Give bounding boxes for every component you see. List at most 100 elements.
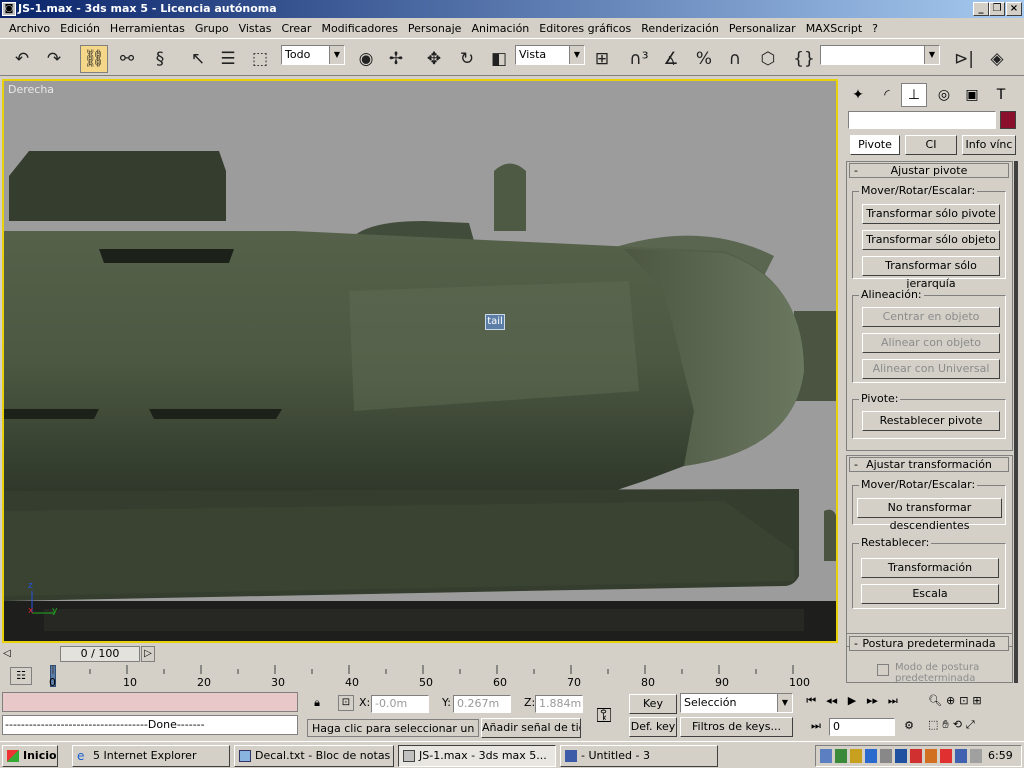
pan-icon[interactable]: ✋︎: [942, 718, 948, 732]
lock-icon[interactable]: 🔒︎: [310, 696, 324, 710]
postura-checkbox[interactable]: [877, 664, 889, 676]
arc-rotate-icon[interactable]: ⟲: [953, 718, 962, 732]
maximize-viewport-icon[interactable]: ⤢: [966, 718, 975, 732]
volume-icon[interactable]: [970, 749, 982, 763]
alinear-con-objeto-button[interactable]: Alinear con objeto: [862, 333, 1000, 353]
restore-button[interactable]: ❐: [989, 2, 1005, 16]
key-icon[interactable]: ⚿: [587, 702, 621, 728]
track-bar-menu-icon[interactable]: ☷: [10, 667, 32, 685]
menu-renderizacion[interactable]: Renderización: [636, 22, 724, 35]
zoom-all-icon[interactable]: ⊕: [946, 694, 955, 707]
key-filters-button[interactable]: Filtros de keys...: [680, 717, 793, 737]
tray-icon[interactable]: [955, 749, 967, 763]
x-coord-field[interactable]: -0.0m: [371, 695, 429, 713]
go-to-end-icon[interactable]: ⏭: [884, 694, 902, 714]
select-and-manipulate-icon[interactable]: ◉: [352, 45, 380, 73]
menu-vistas[interactable]: Vistas: [234, 22, 277, 35]
object-color-swatch[interactable]: [1000, 111, 1016, 129]
tray-icon[interactable]: [925, 749, 937, 763]
escala-button[interactable]: Escala: [861, 584, 999, 604]
motion-tab-icon[interactable]: ◎: [931, 83, 957, 107]
zoom-icon[interactable]: 🔍︎: [928, 694, 942, 707]
scale-icon[interactable]: ◧: [485, 45, 513, 73]
display-tab-icon[interactable]: ▣: [959, 83, 985, 107]
menu-grupo[interactable]: Grupo: [190, 22, 234, 35]
go-to-start-icon[interactable]: ⏮: [802, 694, 820, 714]
task-notepad[interactable]: Decal.txt - Bloc de notas: [234, 745, 394, 767]
current-frame-field[interactable]: 0: [829, 718, 895, 736]
menu-modificadores[interactable]: Modificadores: [316, 22, 402, 35]
rotate-icon[interactable]: ↻: [453, 45, 481, 73]
transformar-solo-jerarquia-button[interactable]: Transformar sólo jerarquía: [862, 256, 1000, 290]
previous-frame-icon[interactable]: ◂◂: [822, 694, 840, 714]
object-name-field[interactable]: [848, 111, 996, 129]
menu-editores-graficos[interactable]: Editores gráficos: [534, 22, 636, 35]
undo-icon[interactable]: ↶: [8, 45, 36, 73]
tab-pivote[interactable]: Pivote: [850, 135, 900, 155]
key-auto-button[interactable]: Key auto: [629, 694, 677, 728]
reference-coord-dropdown[interactable]: Vista ▼: [515, 45, 585, 65]
menu-archivo[interactable]: Archivo: [4, 22, 55, 35]
rollout-header-ajustar-transformacion[interactable]: - Ajustar transformación: [849, 457, 1009, 472]
next-frame-icon[interactable]: ▸▸: [863, 694, 881, 714]
select-by-name-icon[interactable]: ☰: [214, 45, 242, 73]
transformacion-button[interactable]: Transformación: [861, 558, 999, 578]
move-icon[interactable]: ✥: [420, 45, 448, 73]
time-config-icon[interactable]: ⚙: [899, 719, 919, 732]
tray-icon[interactable]: [835, 749, 847, 763]
named-selection-icon[interactable]: {}: [790, 45, 818, 73]
tray-icon[interactable]: [820, 749, 832, 763]
key-mode-dropdown[interactable]: Selección ▼: [680, 693, 793, 713]
clock[interactable]: 6:59: [988, 749, 1013, 762]
rect-selection-icon[interactable]: ⬚: [246, 45, 274, 73]
time-next-icon[interactable]: ▷: [141, 646, 155, 662]
task-untitled[interactable]: - Untitled - 3: [560, 745, 718, 767]
absolute-mode-icon[interactable]: ⊡: [338, 695, 354, 711]
transformar-solo-objeto-button[interactable]: Transformar sólo objeto: [862, 230, 1000, 250]
edit-named-selection-icon[interactable]: ⬡: [754, 45, 782, 73]
hierarchy-tab-icon[interactable]: ⊥: [901, 83, 927, 107]
angle-snap-icon[interactable]: ∡: [657, 45, 685, 73]
time-prev-icon[interactable]: ◁: [0, 646, 14, 662]
selection-filter-dropdown[interactable]: Todo ▼: [281, 45, 345, 65]
snap-3d-icon[interactable]: ∩³: [625, 45, 653, 73]
select-rotate-link-icon[interactable]: ✢: [382, 45, 410, 73]
def-key-button[interactable]: Def. key: [629, 717, 677, 737]
tab-ci[interactable]: CI: [905, 135, 957, 155]
centrar-en-objeto-button[interactable]: Centrar en objeto: [862, 307, 1000, 327]
maxscript-listener-input[interactable]: [2, 692, 298, 712]
align-icon[interactable]: ◈: [983, 45, 1011, 73]
unlink-icon[interactable]: ⚯: [113, 45, 141, 73]
select-and-link-icon[interactable]: ⛓: [80, 45, 108, 73]
menu-animacion[interactable]: Animación: [466, 22, 534, 35]
panel-scrollbar[interactable]: [1014, 161, 1018, 683]
tray-icon[interactable]: [940, 749, 952, 763]
zoom-extents-icon[interactable]: ⊡: [959, 694, 968, 707]
alinear-con-universal-button[interactable]: Alinear con Universal: [862, 359, 1000, 379]
tray-icon[interactable]: [865, 749, 877, 763]
maxscript-listener-output[interactable]: ------------------------------------Done…: [2, 715, 298, 735]
pivot-center-icon[interactable]: ⊞: [588, 45, 616, 73]
add-time-tag-button[interactable]: Añadir señal de tiem: [481, 718, 581, 738]
y-coord-field[interactable]: 0.267m: [453, 695, 511, 713]
create-tab-icon[interactable]: ✦: [845, 83, 871, 107]
mirror-icon[interactable]: ⊳|: [950, 45, 978, 73]
menu-personalizar[interactable]: Personalizar: [724, 22, 801, 35]
restablecer-pivote-button[interactable]: Restablecer pivote: [862, 411, 1000, 431]
play-icon[interactable]: ▶: [843, 694, 861, 714]
spinner-snap-icon[interactable]: ∩: [721, 45, 749, 73]
minimize-button[interactable]: _: [973, 2, 989, 16]
close-button[interactable]: ×: [1006, 2, 1022, 16]
max-app-icon[interactable]: ◙: [2, 2, 16, 16]
percent-snap-icon[interactable]: %: [690, 45, 718, 73]
menu-help[interactable]: ?: [867, 22, 883, 35]
modify-tab-icon[interactable]: ◜: [874, 83, 900, 107]
menu-maxscript[interactable]: MAXScript: [801, 22, 867, 35]
zoom-extents-all-icon[interactable]: ⊞: [972, 694, 981, 707]
tab-info-vinc[interactable]: Info vínc: [962, 135, 1016, 155]
task-3ds-max[interactable]: JS-1.max - 3ds max 5...: [398, 745, 556, 767]
track-bar[interactable]: ☷ 0 10 20 30 40 50 60 70 80 90 100: [0, 663, 840, 690]
viewport-label[interactable]: Derecha: [8, 83, 54, 96]
named-selection-dropdown[interactable]: ▼: [820, 45, 940, 65]
rollout-header-postura[interactable]: - Postura predeterminada: [849, 636, 1009, 651]
